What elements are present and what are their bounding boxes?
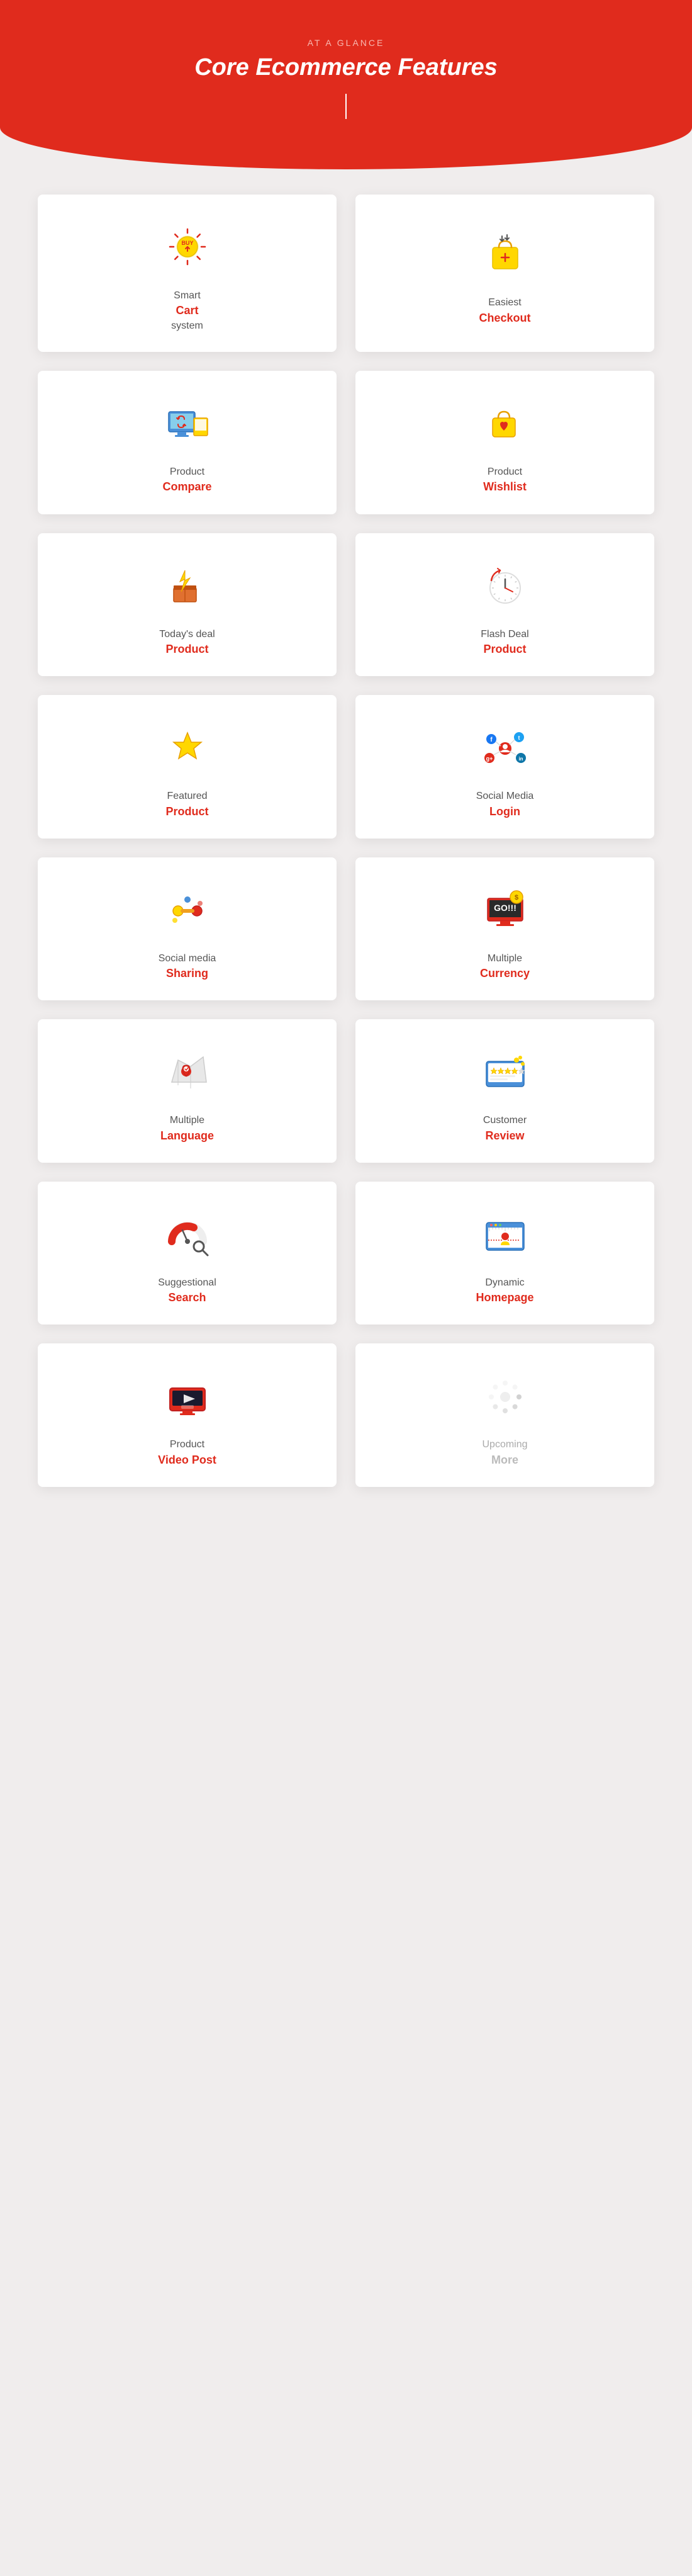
product-compare-label: ProductCompare [162,465,211,495]
feature-card-suggestional-search: SuggestionalSearch [38,1182,337,1325]
todays-deal-label: Today's dealProduct [159,628,215,658]
svg-text:g+: g+ [486,755,493,762]
features-grid: BUY Smart Cart system EasiestCheckout [0,169,692,1512]
feature-card-social-sharing: Social mediaSharing [38,857,337,1001]
product-compare-icon [159,396,216,453]
social-sharing-label: Social mediaSharing [159,952,216,982]
header-divider [345,94,347,119]
flash-deal-icon [477,558,533,615]
multiple-language-label: MultipleLanguage [160,1114,214,1144]
smart-cart-icon: BUY [159,220,216,276]
easiest-checkout-label: EasiestCheckout [479,296,530,326]
product-wishlist-label: ProductWishlist [483,465,527,495]
featured-product-icon [159,720,216,777]
feature-card-product-wishlist: ProductWishlist [355,371,654,514]
feature-card-todays-deal: Today's dealProduct [38,533,337,677]
suggestional-search-label: SuggestionalSearch [158,1276,216,1306]
customer-review-label: CustomerReview [483,1114,527,1144]
social-sharing-icon [159,883,216,939]
upcoming-more-icon [477,1369,533,1425]
svg-text:t: t [518,735,520,741]
svg-text:GO!!!: GO!!! [494,903,516,913]
dynamic-homepage-label: DynamicHomepage [476,1276,533,1306]
svg-text:$: $ [514,894,518,901]
product-wishlist-icon [477,396,533,453]
social-media-login-label: Social MediaLogin [476,789,534,820]
feature-card-multiple-currency: GO!!! $ MultipleCurrency [355,857,654,1001]
multiple-language-icon [159,1044,216,1101]
flash-deal-label: Flash DealProduct [481,628,528,658]
customer-review-icon [477,1044,533,1101]
feature-card-product-video: ProductVideo Post [38,1343,337,1487]
svg-text:BUY: BUY [181,240,193,246]
feature-card-multiple-language: MultipleLanguage [38,1019,337,1163]
product-video-label: ProductVideo Post [158,1438,216,1468]
feature-card-social-media-login: f t g+ in Social MediaLogin [355,695,654,839]
multiple-currency-label: MultipleCurrency [480,952,530,982]
feature-card-smart-cart: BUY Smart Cart system [38,195,337,352]
easiest-checkout-icon [477,227,533,283]
feature-card-customer-review: CustomerReview [355,1019,654,1163]
header-subtitle: AT A GLANCE [25,38,667,48]
header: AT A GLANCE Core Ecommerce Features [0,0,692,169]
smart-cart-label: Smart Cart system [171,289,203,333]
upcoming-more-label: UpcomingMore [482,1438,527,1468]
product-video-icon [159,1369,216,1425]
feature-card-featured-product: FeaturedProduct [38,695,337,839]
feature-card-flash-deal: Flash DealProduct [355,533,654,677]
social-media-login-icon: f t g+ in [477,720,533,777]
dynamic-homepage-icon [477,1207,533,1263]
svg-text:in: in [518,756,523,762]
feature-card-easiest-checkout: EasiestCheckout [355,195,654,352]
featured-product-label: FeaturedProduct [165,789,208,820]
todays-deal-icon [159,558,216,615]
suggestional-search-icon [159,1207,216,1263]
feature-card-dynamic-homepage: DynamicHomepage [355,1182,654,1325]
feature-card-product-compare: ProductCompare [38,371,337,514]
header-title: Core Ecommerce Features [25,54,667,81]
multiple-currency-icon: GO!!! $ [477,883,533,939]
feature-card-upcoming-more: UpcomingMore [355,1343,654,1487]
